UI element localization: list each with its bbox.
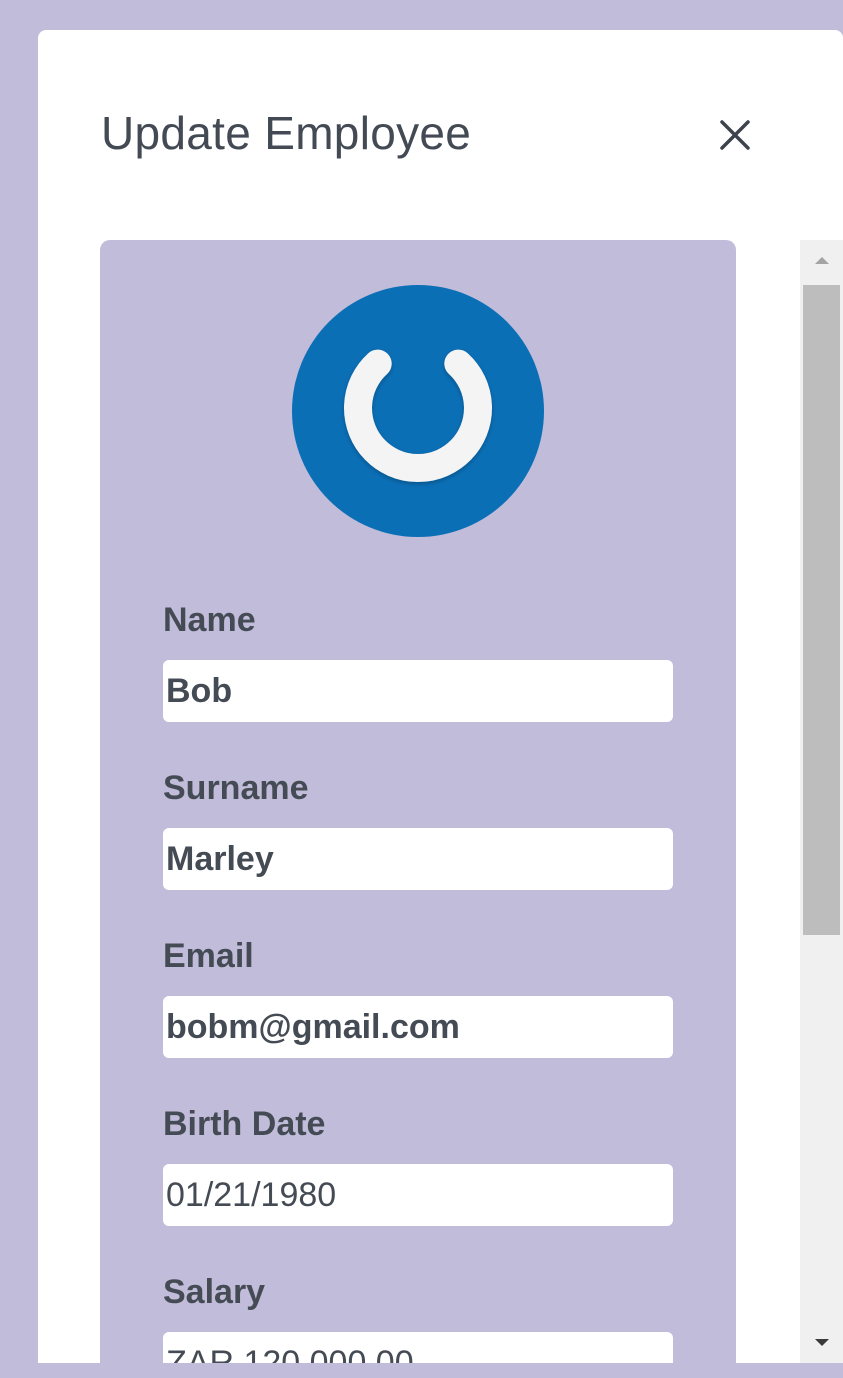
email-input[interactable]	[163, 996, 673, 1058]
close-button[interactable]	[710, 110, 760, 160]
employee-card: Name Surname Email Birth Date Salary	[100, 240, 736, 1363]
birth-date-label: Birth Date	[163, 1105, 326, 1143]
update-employee-modal: Update Employee Name Surname E	[38, 30, 843, 1363]
triangle-down-icon	[814, 1339, 829, 1346]
surname-input[interactable]	[163, 828, 673, 890]
modal-body[interactable]: Name Surname Email Birth Date Salary	[100, 240, 800, 1363]
email-label: Email	[163, 937, 254, 975]
power-logo	[292, 285, 544, 537]
scroll-down-button[interactable]	[800, 1323, 843, 1363]
vertical-scrollbar[interactable]	[800, 240, 843, 1363]
salary-input[interactable]	[163, 1332, 673, 1363]
salary-label: Salary	[163, 1273, 266, 1311]
name-label: Name	[163, 601, 256, 639]
birth-date-input[interactable]	[163, 1164, 673, 1226]
name-input[interactable]	[163, 660, 673, 722]
close-icon	[720, 120, 750, 150]
modal-title: Update Employee	[101, 107, 472, 159]
surname-label: Surname	[163, 769, 309, 807]
triangle-up-icon	[814, 257, 829, 264]
scrollbar-thumb[interactable]	[803, 285, 840, 935]
scroll-up-button[interactable]	[800, 240, 843, 280]
